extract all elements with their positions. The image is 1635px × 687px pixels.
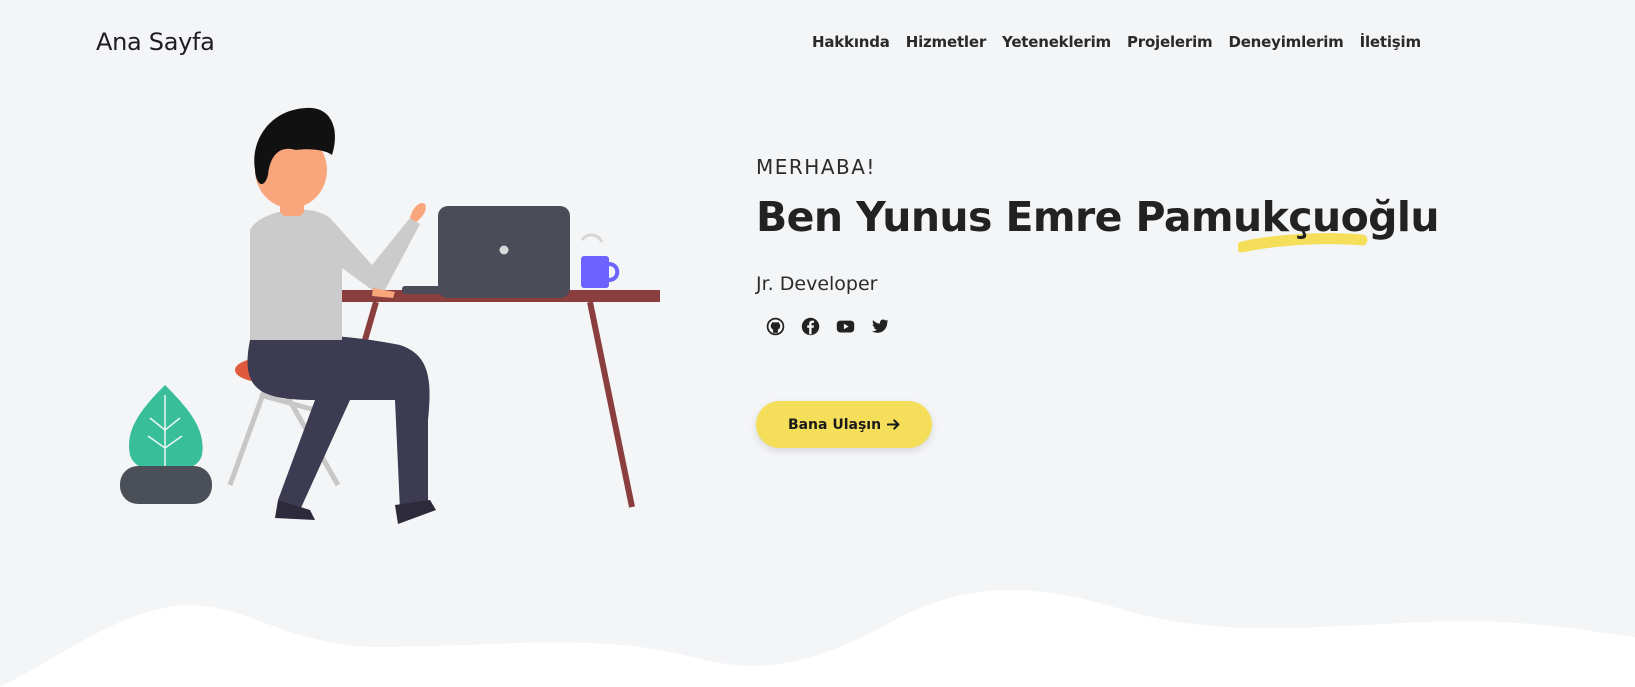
nav-link-projects[interactable]: Projelerim xyxy=(1127,33,1213,51)
contact-cta-button[interactable]: Bana Ulaşın xyxy=(756,401,932,448)
hero-greeting: MERHABA! xyxy=(756,155,876,179)
nav-link-experience[interactable]: Deneyimlerim xyxy=(1228,33,1343,51)
cta-label: Bana Ulaşın xyxy=(787,416,882,433)
github-link[interactable] xyxy=(764,315,786,337)
nav-link-services[interactable]: Hizmetler xyxy=(906,33,987,51)
youtube-link[interactable] xyxy=(834,315,856,337)
facebook-icon xyxy=(801,317,819,335)
person-illustration xyxy=(247,107,436,524)
plant-illustration xyxy=(120,385,212,504)
developer-at-desk-illustration xyxy=(120,107,660,524)
nav-link-about[interactable]: Hakkında xyxy=(812,33,890,51)
bottom-wave-decoration xyxy=(0,590,1635,687)
social-links xyxy=(756,315,1416,337)
laptop-illustration xyxy=(402,206,570,298)
twitter-link[interactable] xyxy=(869,315,891,337)
github-icon xyxy=(766,317,784,335)
youtube-icon xyxy=(836,320,854,332)
facebook-link[interactable] xyxy=(799,315,821,337)
hero-name: Ben Yunus Emre Pamukçuoğlu xyxy=(756,193,1440,241)
mug-illustration xyxy=(580,233,620,288)
hero-name-wrap: Ben Yunus Emre Pamukçuoğlu xyxy=(756,193,1440,253)
twitter-icon xyxy=(871,319,889,333)
hero-text: MERHABA! Ben Yunus Emre Pamukçuoğlu Jr. … xyxy=(756,155,1440,337)
hero-role: Jr. Developer xyxy=(756,273,878,295)
arrow-right-icon xyxy=(887,419,900,430)
main-nav: Hakkında Hizmetler Yeteneklerim Projeler… xyxy=(812,33,1421,51)
nav-link-contact[interactable]: İletişim xyxy=(1360,33,1422,51)
logo-home-link[interactable]: Ana Sayfa xyxy=(96,28,215,56)
nav-link-skills[interactable]: Yeteneklerim xyxy=(1002,33,1111,51)
